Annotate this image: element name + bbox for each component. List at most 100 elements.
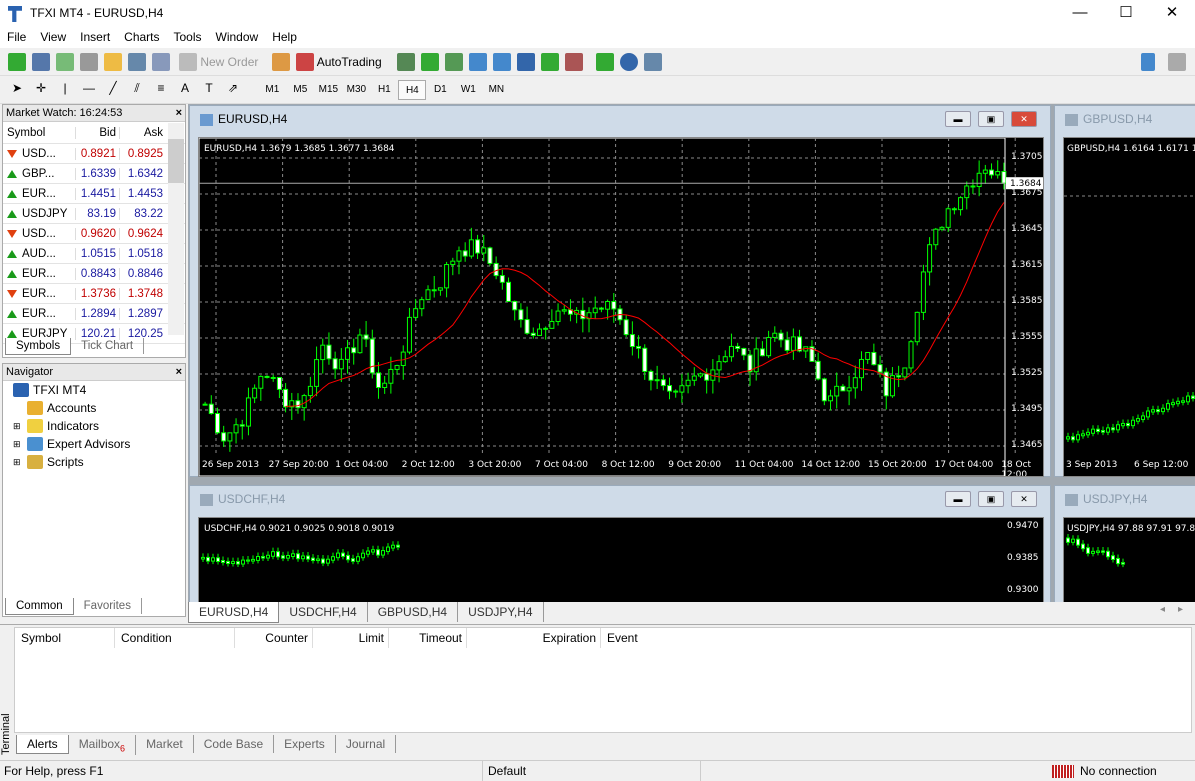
chart-shift-icon[interactable] <box>564 53 583 71</box>
tab-usdchf[interactable]: USDCHF,H4 <box>279 602 368 622</box>
data-window-icon[interactable] <box>80 53 98 71</box>
chart-plot[interactable]: 1.3684 EURUSD,H4 1.3679 1.3685 1.3677 1.… <box>198 137 1044 477</box>
nav-accounts[interactable]: Accounts <box>3 399 185 417</box>
tab-symbols[interactable]: Symbols <box>5 338 72 355</box>
market-watch-row[interactable]: EUR... 1.2894 1.2897 <box>3 304 185 324</box>
equidistant-channel-icon[interactable]: ⫽ <box>128 81 146 99</box>
scrollbar[interactable] <box>168 123 184 335</box>
tab-eurusd[interactable]: EURUSD,H4 <box>188 602 280 623</box>
trendline-icon[interactable]: ╱ <box>104 81 122 99</box>
autoscroll-icon[interactable] <box>540 53 559 71</box>
market-watch-row[interactable]: GBP... 1.6339 1.6342 <box>3 164 185 184</box>
zoom-out-icon[interactable] <box>492 53 511 71</box>
line-chart-icon[interactable] <box>444 53 463 71</box>
menu-file[interactable]: File <box>0 28 33 44</box>
fibonacci-icon[interactable]: ≡ <box>152 81 170 99</box>
navigator-icon[interactable] <box>104 53 122 71</box>
profiles-icon[interactable] <box>32 53 50 71</box>
autotrading-icon[interactable] <box>295 53 314 71</box>
close-button[interactable]: ✕ <box>1149 0 1195 28</box>
terminal-icon[interactable] <box>128 53 146 71</box>
nav-scripts[interactable]: ⊞ Scripts <box>3 453 185 471</box>
text-icon[interactable]: A <box>176 81 194 99</box>
col-timeout[interactable]: Timeout <box>389 628 467 648</box>
col-condition[interactable]: Condition <box>115 628 235 648</box>
menu-charts[interactable]: Charts <box>117 28 166 44</box>
nav-root[interactable]: TFXI MT4 <box>3 381 185 399</box>
new-order-icon[interactable] <box>179 53 198 71</box>
close-icon[interactable]: × <box>176 107 182 119</box>
timeframe-m15[interactable]: M15 <box>314 80 342 100</box>
scroll-right-icon[interactable]: ▸ <box>1178 604 1183 615</box>
restore-button[interactable]: ▣ <box>978 111 1004 127</box>
bar-chart-icon[interactable] <box>396 53 415 71</box>
timeframe-mn[interactable]: MN <box>482 80 510 100</box>
new-chart-icon[interactable] <box>8 53 26 71</box>
col-expiration[interactable]: Expiration <box>467 628 601 648</box>
col-limit[interactable]: Limit <box>313 628 389 648</box>
timeframe-w1[interactable]: W1 <box>454 80 482 100</box>
templates-icon[interactable] <box>643 53 662 71</box>
tab-market[interactable]: Market <box>136 735 194 753</box>
text-label-icon[interactable]: T <box>200 81 218 99</box>
timeframe-h1[interactable]: H1 <box>370 80 398 100</box>
timeframe-h4[interactable]: H4 <box>398 80 427 100</box>
chart-plot[interactable]: USDJPY,H4 97.88 97.91 97.8 <box>1063 517 1195 607</box>
tab-favorites[interactable]: Favorites <box>74 598 142 614</box>
chart-window-gbpusd[interactable]: GBPUSD,H4 GBPUSD,H4 1.6164 1.6171 1 3 Se… <box>1054 105 1195 477</box>
chart-plot[interactable]: USDCHF,H4 0.9021 0.9025 0.9018 0.9019 0.… <box>198 517 1044 607</box>
cursor-icon[interactable]: ➤ <box>8 81 26 99</box>
chat-icon[interactable] <box>1168 53 1186 71</box>
col-ask[interactable]: Ask <box>120 127 166 139</box>
restore-button[interactable]: ▣ <box>978 491 1004 507</box>
market-watch-icon[interactable] <box>56 53 74 71</box>
market-watch-row[interactable]: USD... 0.8921 0.8925 <box>3 144 185 164</box>
minimize-button[interactable]: ▬ <box>945 491 971 507</box>
scroll-left-icon[interactable]: ◂ <box>1160 604 1165 615</box>
col-symbol[interactable]: Symbol <box>15 628 115 648</box>
menu-insert[interactable]: Insert <box>73 28 117 44</box>
market-watch-row[interactable]: USD... 0.9620 0.9624 <box>3 224 185 244</box>
horizontal-line-icon[interactable]: — <box>80 81 98 99</box>
market-watch-row[interactable]: EUR... 1.4451 1.4453 <box>3 184 185 204</box>
col-symbol[interactable]: Symbol <box>3 126 76 139</box>
timeframe-d1[interactable]: D1 <box>426 80 454 100</box>
crosshair-icon[interactable]: ✛ <box>32 81 50 99</box>
chart-window-usdjpy[interactable]: USDJPY,H4 USDJPY,H4 97.88 97.91 97.8 <box>1054 485 1195 607</box>
close-icon[interactable]: × <box>176 366 182 378</box>
col-bid[interactable]: Bid <box>76 126 120 139</box>
strategy-tester-icon[interactable] <box>152 53 170 71</box>
tab-journal[interactable]: Journal <box>336 735 397 753</box>
menu-window[interactable]: Window <box>209 28 266 44</box>
tile-windows-icon[interactable] <box>516 53 535 71</box>
minimize-button[interactable]: — <box>1057 0 1103 28</box>
indicators-icon[interactable] <box>595 53 614 71</box>
candlestick-icon[interactable] <box>420 53 439 71</box>
nav-indicators[interactable]: ⊞ Indicators <box>3 417 185 435</box>
vertical-line-icon[interactable]: | <box>56 81 74 99</box>
metaeditor-icon[interactable] <box>271 53 290 71</box>
market-watch-row[interactable]: AUD... 1.0515 1.0518 <box>3 244 185 264</box>
chart-plot[interactable]: GBPUSD,H4 1.6164 1.6171 1 3 Sep 2013 6 S… <box>1063 137 1195 477</box>
tab-mailbox[interactable]: Mailbox6 <box>69 735 137 756</box>
menu-view[interactable]: View <box>33 28 73 44</box>
menu-tools[interactable]: Tools <box>167 28 209 44</box>
arrows-icon[interactable]: ⇗ <box>224 81 242 99</box>
close-button[interactable]: ✕ <box>1011 491 1037 507</box>
zoom-in-icon[interactable] <box>468 53 487 71</box>
market-watch-row[interactable]: EUR... 1.3736 1.3748 <box>3 284 185 304</box>
col-counter[interactable]: Counter <box>235 628 313 648</box>
new-order-button[interactable]: New Order <box>200 55 258 69</box>
chart-window-eurusd[interactable]: EURUSD,H4 ▬ ▣ ✕ 1.3684 EURUSD,H4 1.3679 … <box>189 105 1051 477</box>
nav-expert-advisors[interactable]: ⊞ Expert Advisors <box>3 435 185 453</box>
close-button[interactable]: ✕ <box>1011 111 1037 127</box>
tab-gbpusd[interactable]: GBPUSD,H4 <box>368 602 459 622</box>
autotrading-button[interactable]: AutoTrading <box>317 55 382 69</box>
tab-alerts[interactable]: Alerts <box>16 735 69 754</box>
tab-usdjpy[interactable]: USDJPY,H4 <box>458 602 544 622</box>
market-watch-row[interactable]: EUR... 0.8843 0.8846 <box>3 264 185 284</box>
tab-common[interactable]: Common <box>5 598 74 615</box>
minimize-button[interactable]: ▬ <box>945 111 971 127</box>
market-watch-row[interactable]: USDJPY 83.19 83.22 <box>3 204 185 224</box>
timeframe-m5[interactable]: M5 <box>286 80 314 100</box>
